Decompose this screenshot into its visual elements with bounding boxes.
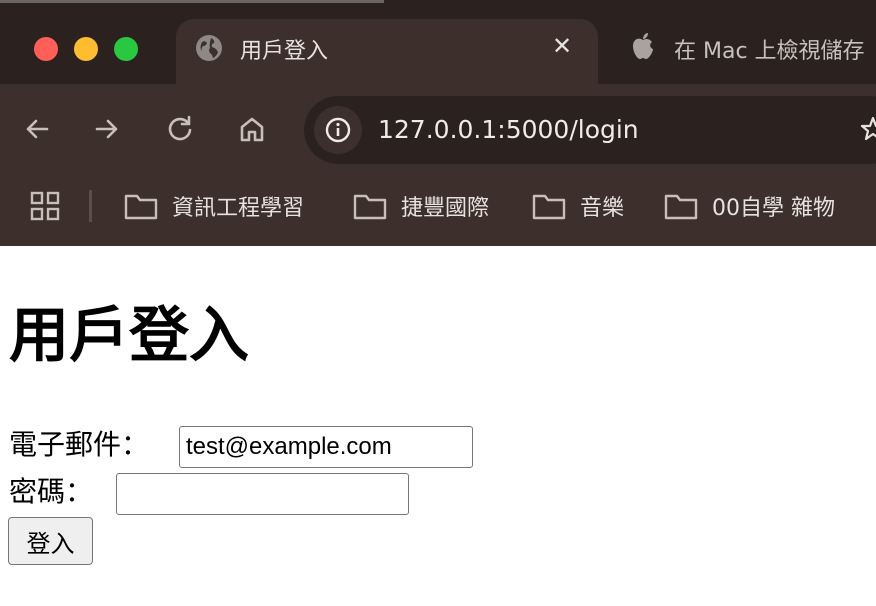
folder-icon: [664, 194, 698, 220]
email-field[interactable]: [179, 426, 473, 468]
apps-grid-icon[interactable]: [30, 191, 60, 225]
bookmark-star-icon[interactable]: [860, 116, 876, 146]
folder-icon: [532, 194, 566, 220]
login-button[interactable]: 登入: [8, 517, 93, 565]
tab-title: 在 Mac 上檢視儲存: [674, 39, 865, 64]
forward-arrow-icon[interactable]: [92, 114, 122, 144]
minimize-window-button[interactable]: [74, 37, 98, 61]
bookmark-label: 資訊工程學習: [172, 196, 305, 221]
address-bar[interactable]: 127.0.0.1:5000/login: [304, 96, 876, 164]
email-label: 電子郵件：: [9, 428, 150, 461]
fullscreen-window-button[interactable]: [114, 37, 138, 61]
password-label: 密碼：: [9, 475, 94, 508]
bookmark-label: 音樂: [580, 196, 625, 221]
apple-icon: [630, 31, 656, 65]
site-info-icon[interactable]: [314, 106, 362, 154]
home-icon[interactable]: [237, 114, 267, 144]
toolbar: 127.0.0.1:5000/login: [0, 84, 876, 174]
bookmarks-bar: 資訊工程學習 捷豐國際 音樂 00自學 雜物: [0, 174, 876, 246]
window-top-edge-highlight: [0, 0, 384, 3]
window-top-edge: [0, 0, 876, 3]
url-text[interactable]: 127.0.0.1:5000/login: [378, 115, 639, 144]
close-window-button[interactable]: [34, 37, 58, 61]
back-arrow-icon[interactable]: [22, 114, 52, 144]
bookmarks-separator: [89, 190, 92, 222]
folder-icon: [353, 194, 387, 220]
bookmark-label: 00自學 雜物: [712, 196, 835, 221]
reload-icon[interactable]: [165, 114, 195, 144]
page-content: 用戶登入 電子郵件： 密碼： 登入: [0, 246, 876, 606]
password-field[interactable]: [116, 473, 409, 515]
tab-strip: 用戶登入 ✕ 在 Mac 上檢視儲存: [0, 3, 876, 87]
page-title: 用戶登入: [9, 301, 249, 371]
tab-login[interactable]: 用戶登入 ✕: [176, 19, 598, 87]
tab-close-icon[interactable]: ✕: [552, 32, 572, 60]
tab-mac-storage[interactable]: 在 Mac 上檢視儲存: [620, 19, 876, 71]
browser-chrome: 用戶登入 ✕ 在 Mac 上檢視儲存 127.0.0.1:5000/login …: [0, 0, 876, 246]
globe-icon: [194, 33, 224, 67]
tab-title: 用戶登入: [240, 39, 329, 64]
bookmark-label: 捷豐國際: [401, 196, 490, 221]
folder-icon: [124, 194, 158, 220]
